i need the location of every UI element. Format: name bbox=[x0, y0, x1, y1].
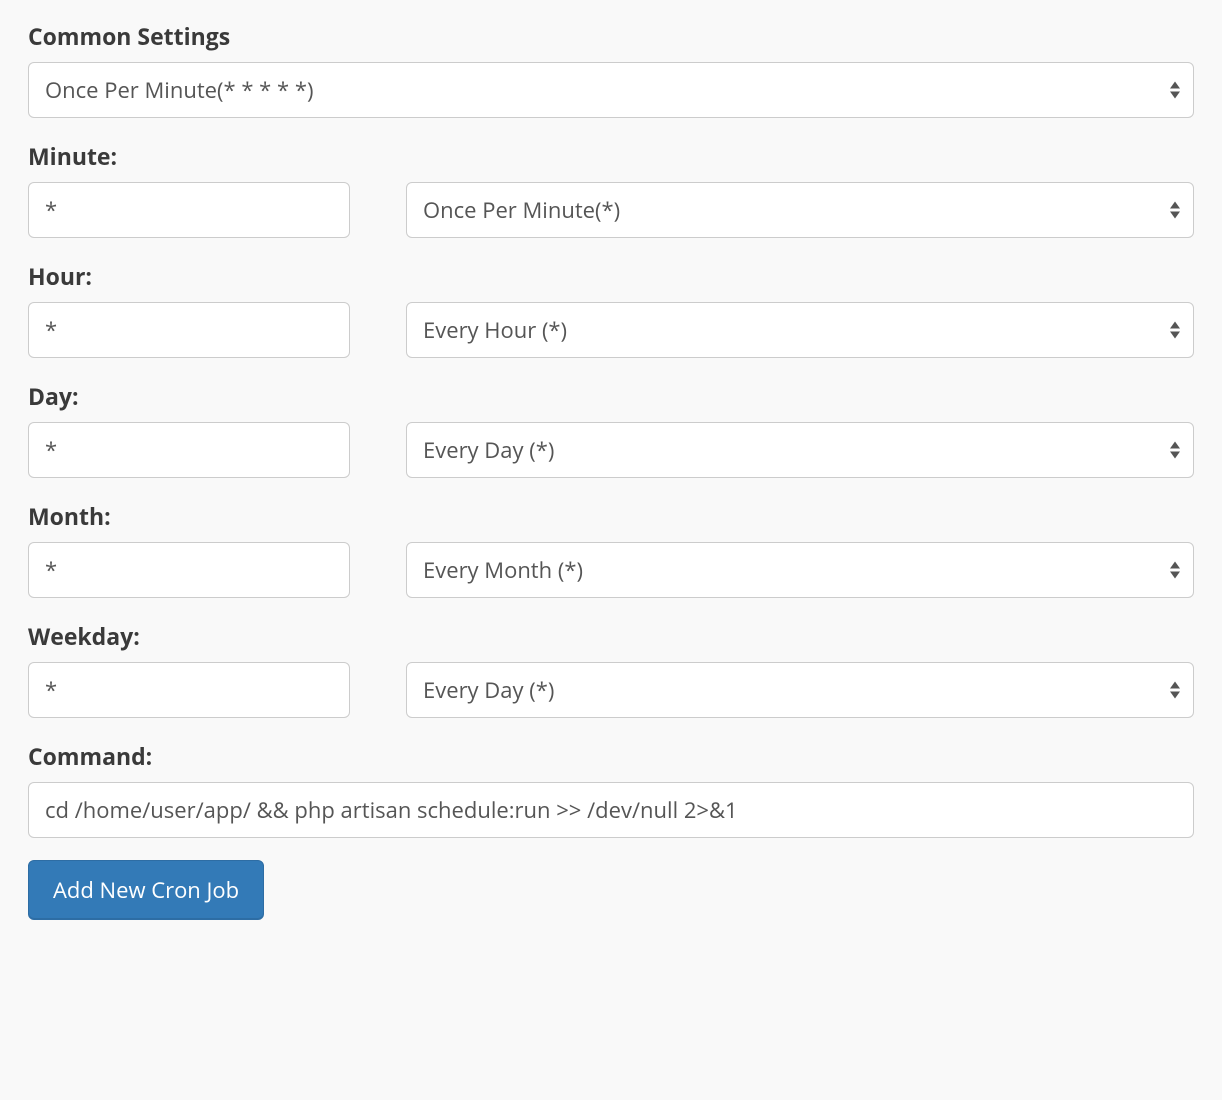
hour-input[interactable] bbox=[28, 302, 350, 358]
month-label: Month: bbox=[28, 500, 1194, 532]
command-label: Command: bbox=[28, 740, 1194, 772]
common-settings-select[interactable]: Once Per Minute(* * * * *) bbox=[28, 62, 1194, 118]
day-input[interactable] bbox=[28, 422, 350, 478]
add-cron-job-button[interactable]: Add New Cron Job bbox=[28, 860, 264, 920]
hour-select[interactable]: Every Hour (*) bbox=[406, 302, 1194, 358]
month-input[interactable] bbox=[28, 542, 350, 598]
weekday-select[interactable]: Every Day (*) bbox=[406, 662, 1194, 718]
hour-label: Hour: bbox=[28, 260, 1194, 292]
minute-select[interactable]: Once Per Minute(*) bbox=[406, 182, 1194, 238]
day-select[interactable]: Every Day (*) bbox=[406, 422, 1194, 478]
month-select[interactable]: Every Month (*) bbox=[406, 542, 1194, 598]
command-input[interactable] bbox=[28, 782, 1194, 838]
weekday-input[interactable] bbox=[28, 662, 350, 718]
day-label: Day: bbox=[28, 380, 1194, 412]
minute-input[interactable] bbox=[28, 182, 350, 238]
minute-label: Minute: bbox=[28, 140, 1194, 172]
weekday-label: Weekday: bbox=[28, 620, 1194, 652]
common-settings-label: Common Settings bbox=[28, 20, 1194, 52]
